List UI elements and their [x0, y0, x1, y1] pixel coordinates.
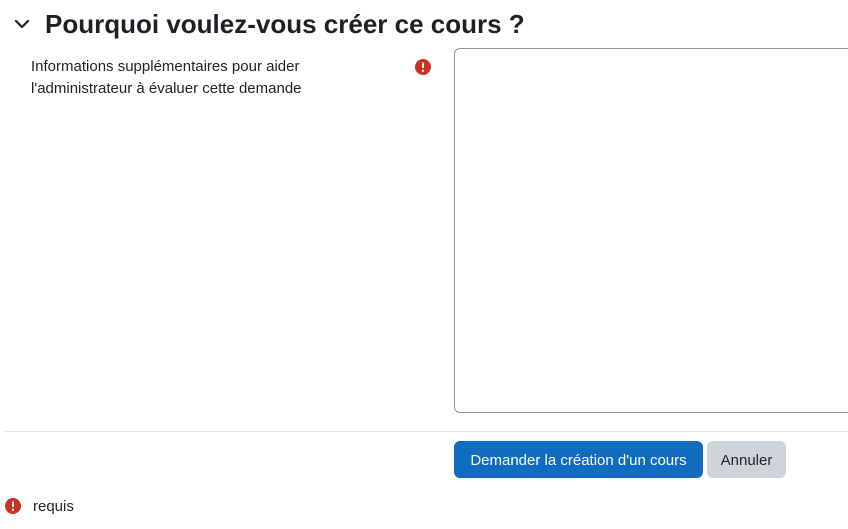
required-legend-text: requis: [33, 498, 74, 515]
request-course-button[interactable]: Demander la création d'un cours: [454, 441, 703, 478]
section-header: Pourquoi voulez-vous créer ce cours ?: [0, 0, 848, 48]
section-title: Pourquoi voulez-vous créer ce cours ?: [45, 9, 525, 39]
field-label: Informations supplémentaires pour aider …: [31, 56, 391, 100]
cancel-button[interactable]: Annuler: [707, 441, 786, 478]
additional-info-textarea[interactable]: [454, 48, 848, 413]
exclamation-circle-icon: [415, 59, 431, 75]
form-divider: [5, 431, 848, 432]
exclamation-circle-icon: [5, 498, 21, 514]
chevron-down-icon[interactable]: [10, 12, 34, 36]
field-label-line2: l'administrateur à évaluer cette demande: [31, 80, 302, 97]
field-label-line1: Informations supplémentaires pour aider: [31, 58, 300, 75]
